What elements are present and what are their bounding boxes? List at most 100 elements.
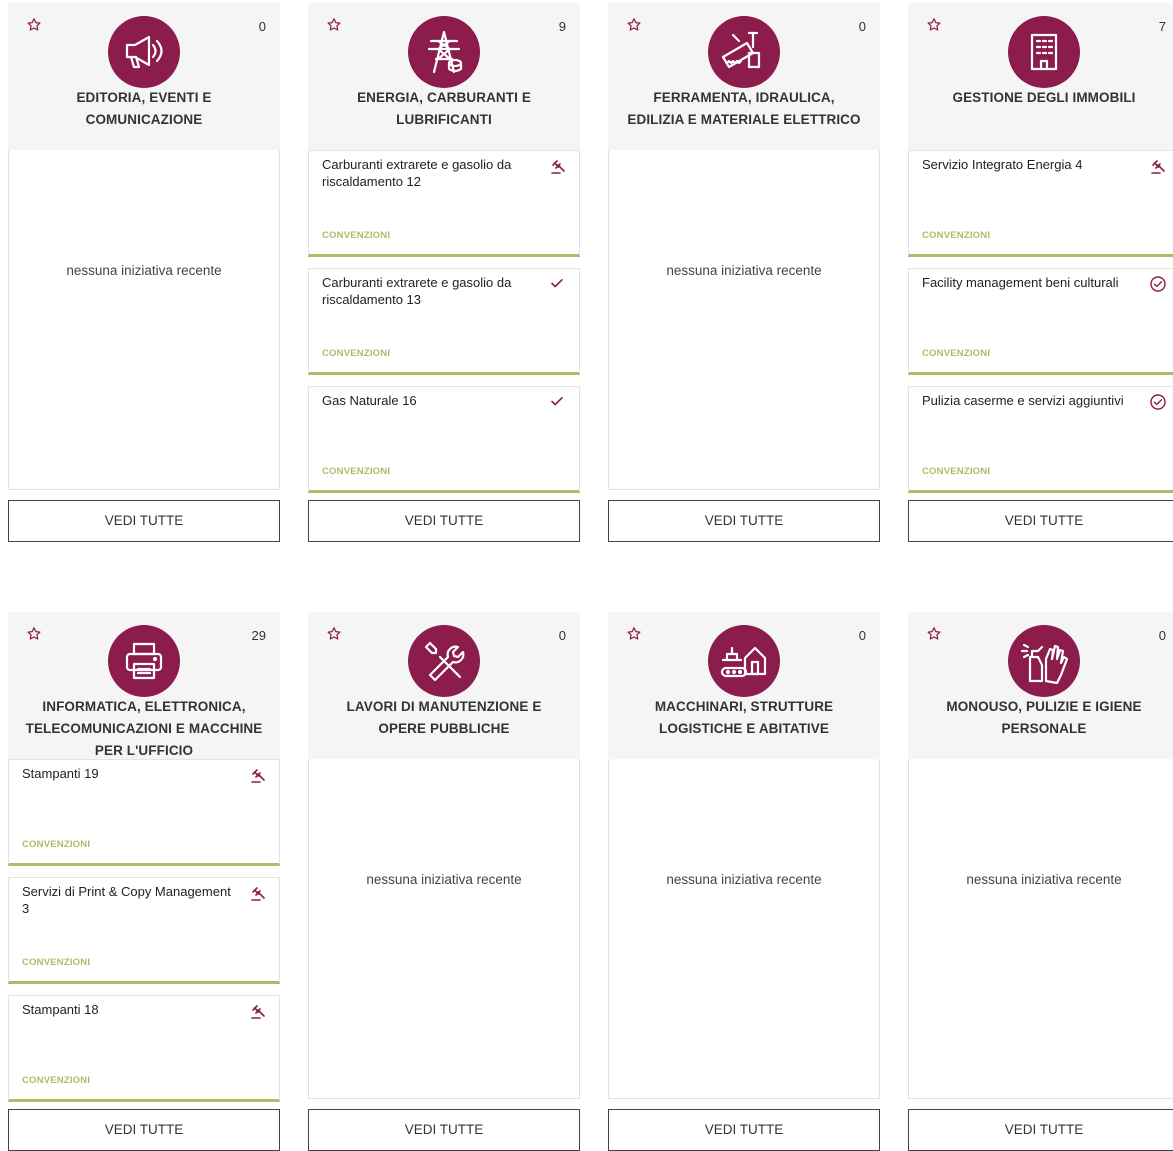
favorite-star-icon[interactable] bbox=[926, 17, 942, 33]
category-card: 7 GESTIONE DEGLI IMMOBILI Servizio Integ… bbox=[908, 3, 1173, 542]
category-title[interactable]: EDITORIA, EVENTI E COMUNICAZIONE bbox=[8, 87, 280, 131]
initiative-type-tag: CONVENZIONI bbox=[922, 466, 991, 477]
initiative-count: 29 bbox=[251, 628, 266, 643]
initiative-title: Carburanti extrarete e gasolio da riscal… bbox=[322, 275, 512, 307]
initiative-type-tag: CONVENZIONI bbox=[322, 348, 391, 359]
check-circle-icon bbox=[1149, 275, 1169, 295]
see-all-button[interactable]: VEDI TUTTE bbox=[908, 500, 1173, 542]
favorite-star-icon[interactable] bbox=[26, 626, 42, 642]
see-all-button[interactable]: VEDI TUTTE bbox=[308, 1109, 580, 1151]
initiative-title: Pulizia caserme e servizi aggiuntivi bbox=[922, 393, 1124, 408]
category-title-line: ENERGIA, CARBURANTI E bbox=[357, 90, 531, 105]
category-title[interactable]: ENERGIA, CARBURANTI E LUBRIFICANTI bbox=[308, 87, 580, 131]
empty-message: nessuna iniziativa recente bbox=[966, 872, 1122, 887]
favorite-star-icon[interactable] bbox=[626, 626, 642, 642]
category-title-line: OPERE PUBBLICHE bbox=[378, 721, 510, 736]
category-card: 9 ENERGIA, CARBURANTI E LUBRIFICANTI Car… bbox=[308, 3, 580, 542]
category-card: 0 EDITORIA, EVENTI E COMUNICAZIONE nessu… bbox=[8, 3, 280, 542]
see-all-button[interactable]: VEDI TUTTE bbox=[608, 500, 880, 542]
empty-message: nessuna iniziativa recente bbox=[66, 263, 222, 278]
see-all-button[interactable]: VEDI TUTTE bbox=[308, 500, 580, 542]
category-title-line: COMUNICAZIONE bbox=[85, 112, 203, 127]
auction-gavel-icon bbox=[249, 1002, 269, 1022]
favorite-star-icon[interactable] bbox=[626, 17, 642, 33]
category-title[interactable]: INFORMATICA, ELETTRONICA, TELECOMUNICAZI… bbox=[8, 696, 280, 762]
initiative-title: Stampanti 19 bbox=[22, 766, 99, 781]
category-title[interactable]: MACCHINARI, STRUTTURE LOGISTICHE E ABITA… bbox=[608, 696, 880, 740]
auction-gavel-icon bbox=[549, 157, 569, 177]
category-header: 0 FERRAMENTA, IDRAULICA, EDILIZIA E MATE… bbox=[608, 3, 880, 150]
category-title[interactable]: GESTIONE DEGLI IMMOBILI bbox=[908, 87, 1173, 109]
initiative-item[interactable]: Stampanti 19 CONVENZIONI bbox=[8, 759, 280, 866]
see-all-button[interactable]: VEDI TUTTE bbox=[8, 500, 280, 542]
printer-icon bbox=[108, 625, 180, 697]
category-title-line: MONOUSO, PULIZIE E IGIENE bbox=[946, 699, 1142, 714]
initiative-title: Servizio Integrato Energia 4 bbox=[922, 157, 1083, 172]
initiatives-list: Stampanti 19 CONVENZIONI Servizi di Prin… bbox=[8, 759, 280, 1102]
category-header: 0 MONOUSO, PULIZIE E IGIENE PERSONALE bbox=[908, 612, 1173, 759]
initiatives-list: Carburanti extrarete e gasolio da riscal… bbox=[308, 150, 580, 493]
spray-glove-icon bbox=[1008, 625, 1080, 697]
category-title[interactable]: LAVORI DI MANUTENZIONE E OPERE PUBBLICHE bbox=[308, 696, 580, 740]
initiative-item[interactable]: Facility management beni culturali CONVE… bbox=[908, 268, 1173, 375]
category-header: 29 INFORMATICA, ELETTRONICA, TELECOMUNIC… bbox=[8, 612, 280, 759]
initiatives-list: nessuna iniziativa recente bbox=[8, 150, 280, 490]
initiative-item[interactable]: Servizi di Print & Copy Management 3 CON… bbox=[8, 877, 280, 984]
category-card: 29 INFORMATICA, ELETTRONICA, TELECOMUNIC… bbox=[8, 612, 280, 1151]
category-card: 0 LAVORI DI MANUTENZIONE E OPERE PUBBLIC… bbox=[308, 612, 580, 1151]
initiative-item[interactable]: Carburanti extrarete e gasolio da riscal… bbox=[308, 268, 580, 375]
initiative-type-tag: CONVENZIONI bbox=[22, 1075, 91, 1086]
initiative-title: Servizi di Print & Copy Management 3 bbox=[22, 884, 231, 916]
initiative-title: Stampanti 18 bbox=[22, 1002, 99, 1017]
auction-gavel-icon bbox=[1149, 157, 1169, 177]
initiative-count: 0 bbox=[858, 628, 866, 643]
see-all-button[interactable]: VEDI TUTTE bbox=[908, 1109, 1173, 1151]
favorite-star-icon[interactable] bbox=[326, 626, 342, 642]
initiative-title: Gas Naturale 16 bbox=[322, 393, 417, 408]
empty-message: nessuna iniziativa recente bbox=[366, 872, 522, 887]
auction-gavel-icon bbox=[249, 884, 269, 904]
category-card: 0 MACCHINARI, STRUTTURE LOGISTICHE E ABI… bbox=[608, 612, 880, 1151]
megaphone-icon bbox=[108, 16, 180, 88]
initiative-count: 0 bbox=[1158, 628, 1166, 643]
initiatives-list: nessuna iniziativa recente bbox=[608, 759, 880, 1099]
initiative-item[interactable]: Gas Naturale 16 CONVENZIONI bbox=[308, 386, 580, 493]
initiative-count: 0 bbox=[558, 628, 566, 643]
category-title[interactable]: FERRAMENTA, IDRAULICA, EDILIZIA E MATERI… bbox=[608, 87, 880, 131]
category-header: 0 MACCHINARI, STRUTTURE LOGISTICHE E ABI… bbox=[608, 612, 880, 759]
category-title-line: EDITORIA, EVENTI E bbox=[76, 90, 212, 105]
category-card: 0 MONOUSO, PULIZIE E IGIENE PERSONALE ne… bbox=[908, 612, 1173, 1151]
initiative-type-tag: CONVENZIONI bbox=[22, 957, 91, 968]
favorite-star-icon[interactable] bbox=[26, 17, 42, 33]
initiative-item[interactable]: Carburanti extrarete e gasolio da riscal… bbox=[308, 150, 580, 257]
initiative-item[interactable]: Stampanti 18 CONVENZIONI bbox=[8, 995, 280, 1102]
category-header: 0 EDITORIA, EVENTI E COMUNICAZIONE bbox=[8, 3, 280, 150]
category-title-line: LAVORI DI MANUTENZIONE E bbox=[346, 699, 542, 714]
category-title-line: TELECOMUNICAZIONI E MACCHINE bbox=[25, 721, 263, 736]
see-all-button[interactable]: VEDI TUTTE bbox=[608, 1109, 880, 1151]
initiative-item[interactable]: Pulizia caserme e servizi aggiuntivi CON… bbox=[908, 386, 1173, 493]
initiative-count: 0 bbox=[258, 19, 266, 34]
initiative-count: 9 bbox=[558, 19, 566, 34]
initiatives-list: nessuna iniziativa recente bbox=[308, 759, 580, 1099]
initiatives-list: Servizio Integrato Energia 4 CONVENZIONI… bbox=[908, 150, 1173, 493]
favorite-star-icon[interactable] bbox=[926, 626, 942, 642]
category-title[interactable]: MONOUSO, PULIZIE E IGIENE PERSONALE bbox=[908, 696, 1173, 740]
favorite-star-icon[interactable] bbox=[326, 17, 342, 33]
initiative-count: 7 bbox=[1158, 19, 1166, 34]
empty-message: nessuna iniziativa recente bbox=[666, 872, 822, 887]
initiative-title: Facility management beni culturali bbox=[922, 275, 1119, 290]
category-title-line: FERRAMENTA, IDRAULICA, bbox=[653, 90, 835, 105]
tools-saw-icon bbox=[708, 16, 780, 88]
initiative-item[interactable]: Servizio Integrato Energia 4 CONVENZIONI bbox=[908, 150, 1173, 257]
category-title-line: LOGISTICHE E ABITATIVE bbox=[659, 721, 829, 736]
category-header: 9 ENERGIA, CARBURANTI E LUBRIFICANTI bbox=[308, 3, 580, 150]
initiative-type-tag: CONVENZIONI bbox=[322, 466, 391, 477]
machinery-house-icon bbox=[708, 625, 780, 697]
category-title-line: MACCHINARI, STRUTTURE bbox=[654, 699, 834, 714]
building-icon bbox=[1008, 16, 1080, 88]
see-all-button[interactable]: VEDI TUTTE bbox=[8, 1109, 280, 1151]
check-circle-icon bbox=[1149, 393, 1169, 413]
initiative-title: Carburanti extrarete e gasolio da riscal… bbox=[322, 157, 512, 189]
empty-message: nessuna iniziativa recente bbox=[666, 263, 822, 278]
